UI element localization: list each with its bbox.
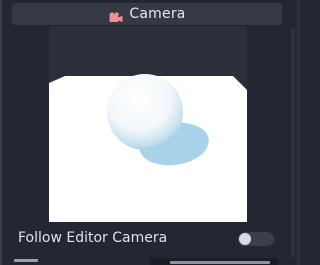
next-setting-row	[0, 258, 300, 265]
sphere	[107, 74, 183, 150]
camera-preview	[49, 26, 247, 222]
panel-left-border	[0, 0, 2, 265]
panel-scrollbar[interactable]	[291, 28, 295, 258]
panel-title: Camera	[129, 6, 186, 22]
toggle-knob	[239, 233, 251, 245]
next-row-label-fragment	[14, 259, 38, 262]
follow-editor-camera-toggle[interactable]	[238, 232, 274, 246]
camera-panel: Camera Follow Editor Camera	[0, 0, 300, 265]
camera-icon	[108, 8, 123, 22]
panel-titlebar[interactable]: Camera	[12, 3, 282, 25]
panel-right-border	[297, 0, 300, 265]
follow-editor-camera-label: Follow Editor Camera	[18, 230, 168, 246]
next-row-value-fragment	[170, 261, 270, 264]
